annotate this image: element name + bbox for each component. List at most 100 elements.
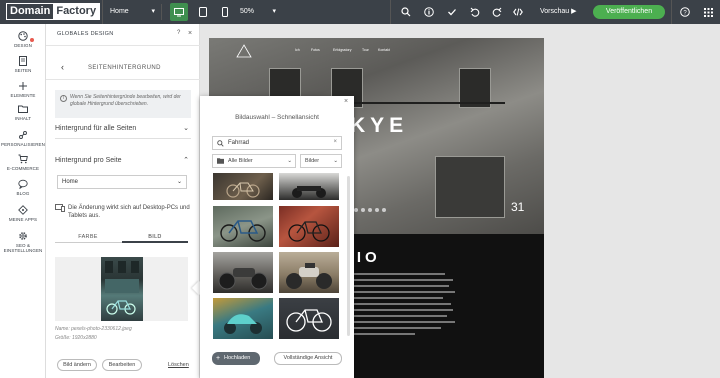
palette-icon: [18, 31, 28, 41]
divider: [390, 0, 391, 24]
nav-content[interactable]: INHALT: [0, 104, 46, 121]
preview-label: Vorschau: [540, 8, 570, 15]
social-icon[interactable]: [354, 208, 358, 212]
code-icon: [513, 8, 523, 16]
help-icon: ?: [680, 7, 690, 17]
tablet-view-button[interactable]: [194, 3, 212, 21]
check-button[interactable]: [444, 4, 460, 20]
back-arrow-icon[interactable]: ‹: [61, 62, 64, 72]
image-thumbnail[interactable]: [213, 206, 273, 247]
check-icon: [448, 9, 456, 16]
grid-button[interactable]: [700, 4, 716, 20]
nav-label: E-COMMERCE: [6, 166, 40, 171]
search-icon: [401, 7, 411, 17]
text-line: [345, 333, 415, 335]
text-line: [345, 327, 441, 329]
image-preview[interactable]: [55, 257, 188, 321]
image-source-select[interactable]: Alle Bilder ⌄: [212, 154, 296, 168]
nav-label: PERSONALISIEREN: [0, 142, 45, 147]
cart-icon: [18, 154, 28, 164]
info-box: i Wenn Sie Seitenhintergründe bearbeiten…: [55, 90, 191, 118]
social-icon[interactable]: [361, 208, 365, 212]
image-thumbnail[interactable]: [279, 173, 339, 200]
nav-personalize[interactable]: PERSONALISIEREN: [0, 130, 46, 147]
site-nav-item[interactable]: Ich: [295, 48, 300, 52]
tab-color[interactable]: FARBE: [55, 232, 121, 243]
full-view-button[interactable]: Vollständige Ansicht: [274, 352, 342, 365]
image-search-input[interactable]: Fahrrad ×: [212, 136, 342, 150]
chevron-down-icon: ⌄: [287, 158, 292, 164]
image-thumbnail[interactable]: [213, 252, 273, 293]
social-icon[interactable]: [375, 208, 379, 212]
redo-button[interactable]: [489, 4, 505, 20]
grid-icon: [703, 7, 713, 17]
site-nav-item[interactable]: Fotos: [311, 48, 320, 52]
picker-title: Bildauswahl – Schnellansicht: [235, 114, 319, 121]
help-icon[interactable]: ?: [177, 30, 180, 36]
image-picker-dialog: × Bildauswahl – Schnellansicht Fahrrad ×…: [200, 96, 354, 378]
text-line: [345, 273, 445, 275]
site-nav-item[interactable]: Tour: [362, 48, 369, 52]
file-name: Name: pexels-photo-2330612.jpeg: [55, 326, 132, 332]
delete-link[interactable]: Löschen: [168, 362, 189, 368]
accordion-per-page[interactable]: Hintergrund pro Seite ⌃: [55, 151, 191, 171]
page-select[interactable]: Home ▾: [106, 4, 162, 20]
chevron-down-icon: ▾: [272, 8, 276, 15]
text-line: [345, 291, 455, 293]
apps-icon: [18, 205, 28, 215]
site-nav-item[interactable]: Kontakt: [378, 48, 390, 52]
nav-label: BLOG: [16, 191, 30, 196]
image-thumbnail[interactable]: [213, 298, 273, 339]
phone-view-button[interactable]: [216, 3, 234, 21]
logo: Domain Factory: [6, 3, 101, 20]
nav-blog[interactable]: BLOG: [0, 179, 46, 196]
logo-part2: Factory: [53, 4, 100, 19]
image-thumbnail[interactable]: [279, 298, 339, 339]
search-value: Fahrrad: [228, 140, 250, 146]
accordion-all-pages[interactable]: Hintergrund für alle Seiten ⌄: [55, 119, 191, 139]
upload-button[interactable]: + Hochladen: [212, 352, 260, 365]
social-icon[interactable]: [382, 208, 386, 212]
image-thumbnail[interactable]: [279, 206, 339, 247]
change-image-button[interactable]: Bild ändern: [57, 359, 97, 371]
site-nav-item[interactable]: Erfolgsstory: [333, 48, 351, 52]
nav-design[interactable]: DESIGN: [0, 31, 46, 48]
code-button[interactable]: [513, 4, 523, 20]
search-button[interactable]: [398, 4, 414, 20]
upload-label: Hochladen: [224, 355, 251, 361]
social-icon[interactable]: [368, 208, 372, 212]
scrollbar[interactable]: [347, 176, 350, 336]
close-icon[interactable]: ×: [344, 98, 348, 105]
clear-search-icon[interactable]: ×: [333, 139, 337, 145]
edit-button[interactable]: Bearbeiten: [102, 359, 142, 371]
folder-icon: [18, 105, 28, 113]
image-thumbnail[interactable]: [213, 173, 273, 200]
nav-label: INHALT: [14, 116, 32, 121]
publish-button[interactable]: Veröffentlichen: [593, 5, 665, 19]
close-icon[interactable]: ×: [188, 30, 192, 37]
page-dropdown-value: Home: [62, 179, 79, 185]
pages-icon: [19, 56, 27, 66]
info-button[interactable]: [421, 4, 437, 20]
nav-my-apps[interactable]: MEINE APPS: [0, 205, 46, 222]
tab-image[interactable]: BILD: [122, 232, 188, 243]
chevron-down-icon: ⌄: [333, 158, 338, 164]
subpanel-header: ‹ SEITENHINTERGRUND: [46, 56, 200, 80]
help-button[interactable]: ?: [677, 4, 693, 20]
page-dropdown[interactable]: Home ⌄: [57, 175, 187, 189]
nav-ecommerce[interactable]: E-COMMERCE: [0, 154, 46, 171]
nav-seo-settings[interactable]: SEO & EINSTELLUNGEN: [0, 231, 46, 253]
image-type-select[interactable]: Bilder ⌄: [300, 154, 342, 168]
chevron-down-icon: ⌄: [176, 179, 182, 185]
notification-dot: [30, 38, 34, 42]
zoom-select[interactable]: 50% ▾: [240, 4, 280, 20]
nav-elements[interactable]: ELEMENTE: [0, 81, 46, 98]
nav-pages[interactable]: SEITEN: [0, 56, 46, 73]
preview-button[interactable]: Vorschau ▶: [540, 4, 577, 20]
image-thumbnail[interactable]: [279, 252, 339, 293]
undo-button[interactable]: [467, 4, 483, 20]
desktop-view-button[interactable]: [170, 3, 188, 21]
accordion-label: Hintergrund für alle Seiten: [55, 125, 137, 132]
gear-icon: [19, 232, 27, 240]
text-line: [345, 315, 447, 317]
